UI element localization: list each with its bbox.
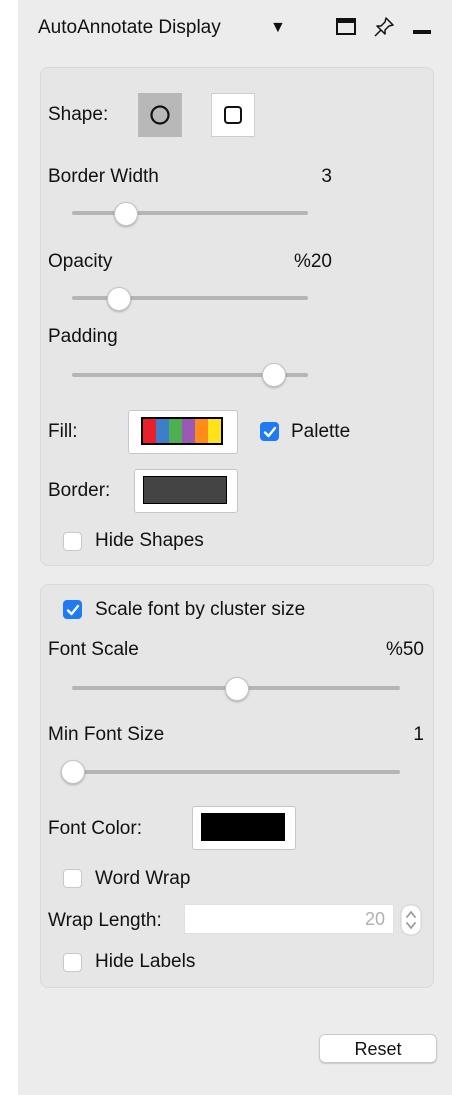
hide-shapes-label: Hide Shapes [95, 530, 204, 551]
hide-shapes-checkbox[interactable] [63, 532, 82, 551]
palette-color-2 [169, 419, 182, 443]
palette-color-1 [156, 419, 169, 443]
ellipse-icon [150, 105, 170, 125]
font-color-label: Font Color: [48, 818, 142, 839]
wrap-length-label: Wrap Length: [48, 910, 162, 931]
font-color-swatch [201, 813, 285, 841]
scale-font-checkbox[interactable] [63, 600, 82, 619]
shape-rectangle-button[interactable] [211, 93, 255, 137]
palette-label: Palette [291, 421, 351, 442]
border-width-value: 3 [321, 166, 332, 187]
fill-label: Fill: [48, 421, 78, 442]
wrap-length-input[interactable]: 20 [184, 904, 394, 934]
min-font-size-label: Min Font Size [48, 724, 165, 745]
border-label: Border: [48, 480, 111, 501]
palette-color-5 [208, 419, 221, 443]
border-width-slider-thumb[interactable] [114, 202, 138, 226]
hide-labels-label: Hide Labels [95, 951, 196, 972]
font-scale-slider-thumb[interactable] [225, 677, 249, 701]
word-wrap-checkbox[interactable] [63, 869, 82, 888]
opacity-slider-thumb[interactable] [107, 287, 131, 311]
checkmark-icon [263, 426, 277, 438]
border-color-swatch [143, 476, 227, 504]
border-width-slider[interactable] [72, 211, 308, 215]
border-width-label: Border Width [48, 166, 159, 187]
scale-font-label: Scale font by cluster size [95, 599, 306, 620]
word-wrap-label: Word Wrap [95, 868, 191, 889]
font-scale-label: Font Scale [48, 639, 139, 660]
fill-color-button[interactable] [128, 410, 238, 454]
min-font-size-value: 1 [413, 724, 424, 745]
padding-label: Padding [48, 326, 118, 347]
min-font-size-slider-thumb[interactable] [61, 760, 85, 784]
minimize-icon[interactable] [411, 16, 433, 43]
float-window-icon[interactable] [335, 16, 357, 43]
palette-color-0 [143, 419, 156, 443]
shape-ellipse-button[interactable] [138, 93, 182, 137]
palette-color-3 [182, 419, 195, 443]
opacity-label: Opacity [48, 251, 113, 272]
palette-color-4 [195, 419, 208, 443]
rectangle-icon [224, 106, 242, 124]
wrap-length-stepper[interactable] [400, 904, 422, 936]
palette-checkbox[interactable] [260, 422, 279, 441]
checkmark-icon [66, 604, 80, 616]
reset-button[interactable]: Reset [319, 1034, 437, 1063]
pin-icon[interactable] [373, 16, 395, 43]
shape-label: Shape: [48, 104, 109, 125]
opacity-value: %20 [293, 251, 332, 272]
padding-slider-thumb[interactable] [262, 363, 286, 387]
min-font-size-slider[interactable] [72, 770, 400, 774]
font-color-button[interactable] [192, 806, 296, 850]
panel-header: AutoAnnotate Display ▼ [18, 0, 452, 58]
font-scale-value: %50 [385, 639, 424, 660]
title-dropdown-icon[interactable]: ▼ [270, 19, 286, 37]
panel-title[interactable]: AutoAnnotate Display [38, 17, 221, 39]
border-color-button[interactable] [134, 469, 238, 513]
hide-labels-checkbox[interactable] [63, 953, 82, 972]
palette-swatch [141, 417, 223, 445]
